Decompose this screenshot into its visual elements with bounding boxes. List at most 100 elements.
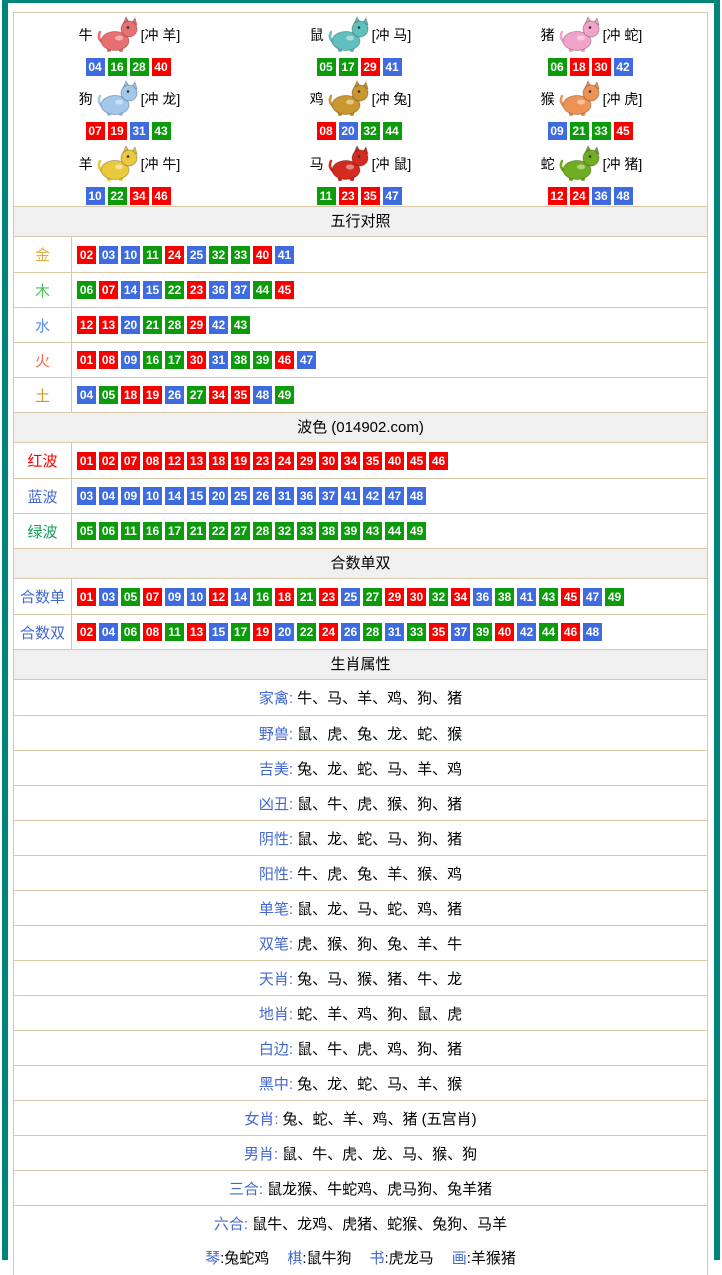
number-ball: 40 — [253, 246, 272, 264]
number-ball: 09 — [165, 588, 184, 606]
number-ball: 29 — [187, 316, 206, 334]
number-ball: 43 — [231, 316, 250, 334]
shengxiao-title: 生肖属性 — [330, 656, 390, 673]
number-ball: 08 — [143, 452, 162, 470]
number-ball: 40 — [495, 623, 514, 641]
number-ball: 13 — [99, 316, 118, 334]
number-ball: 39 — [253, 351, 272, 369]
number-ball: 20 — [121, 316, 140, 334]
number-ball: 34 — [341, 452, 360, 470]
number-ball: 42 — [517, 623, 536, 641]
wuxing-row: 水1213202128294243 — [14, 307, 707, 342]
number-ball: 23 — [319, 588, 338, 606]
number-ball: 30 — [187, 351, 206, 369]
zodiac-cell: 马[冲 鼠]11233547 — [245, 143, 476, 205]
zodiac-cell-caption: 马[冲 鼠] — [310, 143, 412, 185]
attribute-row: 三合:鼠龙猴、牛蛇鸡、虎马狗、兔羊猪 — [14, 1170, 707, 1205]
attribute-row: 地肖:蛇、羊、鸡、狗、鼠、虎 — [14, 995, 707, 1030]
number-ball: 44 — [383, 122, 402, 140]
attribute-label: 女肖: — [244, 1108, 278, 1129]
number-ball: 44 — [253, 281, 272, 299]
number-ball: 03 — [99, 246, 118, 264]
number-ball: 34 — [209, 386, 228, 404]
number-ball: 33 — [231, 246, 250, 264]
goat-icon — [95, 144, 139, 184]
number-ball: 42 — [209, 316, 228, 334]
attribute-row: 阳性:牛、虎、兔、羊、猴、鸡 — [14, 855, 707, 890]
number-ball: 30 — [319, 452, 338, 470]
number-ball: 24 — [165, 246, 184, 264]
number-ball: 14 — [231, 588, 250, 606]
number-ball: 34 — [451, 588, 470, 606]
number-ball: 03 — [99, 588, 118, 606]
attribute-label: 黑中: — [259, 1073, 293, 1094]
group-label: 书 — [370, 1250, 385, 1267]
number-ball: 31 — [130, 122, 149, 140]
number-ball: 10 — [86, 187, 105, 205]
attribute-value: 兔、龙、蛇、马、羊、猴 — [297, 1073, 462, 1094]
number-ball: 41 — [275, 246, 294, 264]
wuxing-row: 金02031011242532334041 — [14, 237, 707, 272]
zodiac-cell: 鸡[冲 兔]08203244 — [245, 78, 476, 140]
number-ball: 04 — [86, 58, 105, 76]
row-label: 合数双 — [14, 615, 72, 649]
number-ball: 43 — [539, 588, 558, 606]
number-ball: 12 — [548, 187, 567, 205]
rat-icon — [326, 15, 370, 55]
number-ball: 42 — [614, 58, 633, 76]
zodiac-cell-caption: 猪[冲 蛇] — [541, 14, 643, 56]
row-ball-list: 0108091617303138394647 — [72, 343, 707, 377]
number-ball: 22 — [209, 522, 228, 540]
number-ball: 36 — [297, 487, 316, 505]
number-ball: 32 — [275, 522, 294, 540]
number-ball: 27 — [231, 522, 250, 540]
number-ball: 45 — [561, 588, 580, 606]
zodiac-ball-row: 12243648 — [548, 187, 636, 205]
row-label: 绿波 — [14, 514, 72, 548]
group-value: :鼠牛狗 — [302, 1250, 351, 1267]
number-ball: 08 — [99, 351, 118, 369]
zodiac-name: 猪 — [541, 25, 555, 45]
bose-title: 波色 (014902.com) — [297, 419, 424, 436]
zodiac-cell-caption: 鼠[冲 马] — [310, 14, 412, 56]
attribute-label: 阳性: — [259, 863, 293, 884]
number-ball: 46 — [275, 351, 294, 369]
dog-icon — [95, 79, 139, 119]
number-ball: 23 — [253, 452, 272, 470]
zodiac-ball-row: 04162840 — [86, 58, 174, 76]
zodiac-clash-label: [冲 牛] — [141, 154, 181, 174]
attribute-label: 单笔: — [259, 898, 293, 919]
number-ball: 27 — [187, 386, 206, 404]
number-ball: 27 — [363, 588, 382, 606]
attribute-value: 牛、虎、兔、羊、猴、鸡 — [297, 863, 462, 884]
attribute-value: 兔、蛇、羊、鸡、猪 (五宫肖) — [283, 1108, 477, 1129]
number-ball: 28 — [253, 522, 272, 540]
number-ball: 41 — [383, 58, 402, 76]
number-ball: 06 — [77, 281, 96, 299]
zodiac-clash-label: [冲 猪] — [603, 154, 643, 174]
zodiac-name: 牛 — [79, 25, 93, 45]
zodiac-clash-label: [冲 兔] — [372, 89, 412, 109]
monkey-icon — [557, 79, 601, 119]
number-ball: 22 — [165, 281, 184, 299]
attribute-row: 双笔:虎、猴、狗、兔、羊、牛 — [14, 925, 707, 960]
snake-icon — [557, 144, 601, 184]
number-ball: 39 — [473, 623, 492, 641]
bose-row: 蓝波03040910141520252631363741424748 — [14, 478, 707, 513]
zodiac-cell: 蛇[冲 猪]12243648 — [476, 143, 707, 205]
number-ball: 40 — [385, 452, 404, 470]
number-ball: 46 — [152, 187, 171, 205]
number-ball: 12 — [77, 316, 96, 334]
number-ball: 41 — [341, 487, 360, 505]
number-ball: 09 — [121, 487, 140, 505]
attribute-label: 男肖: — [244, 1143, 278, 1164]
heshu-row: 合数双0204060811131517192022242628313335373… — [14, 614, 707, 649]
section-header-heshu: 合数单双 — [14, 548, 707, 579]
group-value: :虎龙马 — [385, 1250, 434, 1267]
number-ball: 20 — [339, 122, 358, 140]
number-ball: 06 — [99, 522, 118, 540]
row-label: 蓝波 — [14, 479, 72, 513]
number-ball: 35 — [429, 623, 448, 641]
zodiac-ball-row: 09213345 — [548, 122, 636, 140]
number-ball: 44 — [385, 522, 404, 540]
